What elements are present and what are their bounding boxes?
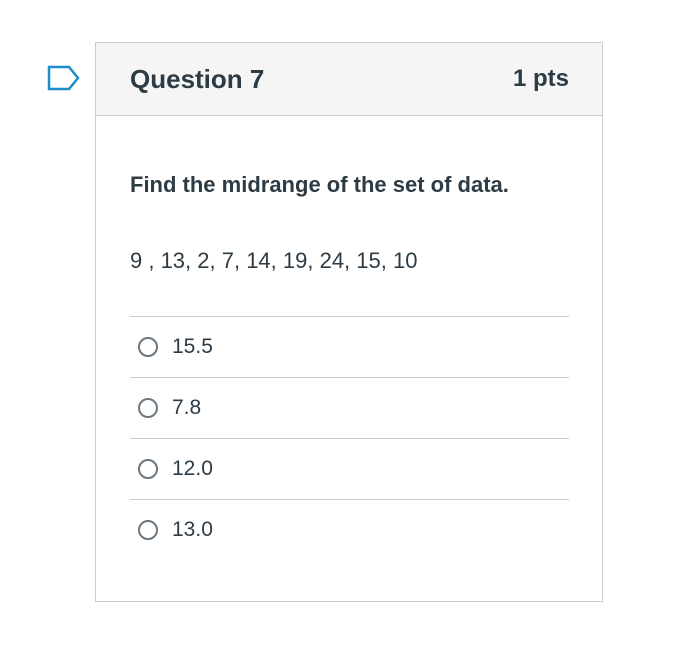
answer-option[interactable]: 7.8 xyxy=(130,377,569,438)
data-values: 9 , 13, 2, 7, 14, 19, 24, 15, 10 xyxy=(130,248,418,273)
radio-unchecked-icon[interactable] xyxy=(138,520,158,540)
radio-unchecked-icon[interactable] xyxy=(138,398,158,418)
answer-list: 15.5 7.8 12.0 13.0 xyxy=(130,316,569,560)
answer-option[interactable]: 13.0 xyxy=(130,499,569,560)
quiz-page: Question 7 1 pts Find the midrange of th… xyxy=(0,0,700,646)
answer-label: 15.5 xyxy=(172,335,213,358)
answer-label: 7.8 xyxy=(172,396,202,419)
question-body: Find the midrange of the set of data. 9 … xyxy=(96,116,602,560)
flag-question-icon[interactable] xyxy=(47,65,81,91)
radio-unchecked-icon[interactable] xyxy=(138,459,158,479)
answer-option[interactable]: 12.0 xyxy=(130,438,569,499)
radio-unchecked-icon[interactable] xyxy=(138,337,158,357)
answer-label: 12.0 xyxy=(172,457,213,480)
question-title: Question 7 xyxy=(130,63,265,94)
answer-label: 13.0 xyxy=(172,518,213,541)
question-card: Question 7 1 pts Find the midrange of th… xyxy=(95,42,603,602)
answer-option[interactable]: 15.5 xyxy=(130,316,569,377)
question-header: Question 7 1 pts xyxy=(96,43,602,116)
question-prompt: Find the midrange of the set of data. xyxy=(130,172,509,197)
question-points: 1 pts xyxy=(512,65,569,92)
